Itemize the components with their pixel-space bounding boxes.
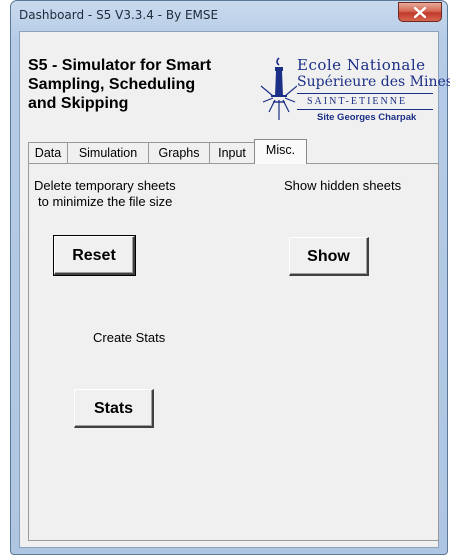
delete-sheets-label-line2: to minimize the file size: [38, 194, 173, 209]
title-bar[interactable]: Dashboard - S5 V3.3.4 - By EMSE: [11, 1, 447, 31]
app-title: S5 - Simulator for Smart Sampling, Sched…: [28, 56, 258, 113]
close-button[interactable]: [398, 2, 442, 22]
show-button[interactable]: Show: [289, 237, 369, 276]
app-title-line3: and Skipping: [28, 95, 129, 112]
stats-button[interactable]: Stats: [74, 389, 154, 428]
emse-logo: Ecole Nationale Supérieure des Mines SAI…: [257, 54, 450, 126]
logo-divider-top: [297, 93, 433, 94]
tab-simulation[interactable]: Simulation: [67, 142, 149, 163]
logo-divider-bottom: [297, 109, 433, 110]
tab-input[interactable]: Input: [209, 142, 255, 163]
app-title-line1: S5 - Simulator for Smart: [28, 57, 212, 74]
create-stats-label: Create Stats: [93, 330, 166, 345]
reset-button[interactable]: Reset: [53, 235, 136, 276]
dashboard-window: Dashboard - S5 V3.3.4 - By EMSE S5 - Sim…: [10, 0, 450, 555]
tab-graphs[interactable]: Graphs: [148, 142, 210, 163]
misc-tab-panel: Delete temporary sheets to minimize the …: [28, 163, 439, 541]
dashboard-client-area: S5 - Simulator for Smart Sampling, Sched…: [19, 31, 450, 548]
close-icon: [414, 7, 426, 18]
logo-line2: Supérieure des Mines: [297, 74, 450, 90]
logo-line3: SAINT-ETIENNE: [307, 96, 408, 107]
logo-line4: Site Georges Charpak: [317, 112, 417, 123]
app-title-line2: Sampling, Scheduling: [28, 76, 196, 93]
show-hidden-sheets-label: Show hidden sheets: [284, 178, 402, 193]
tab-misc[interactable]: Misc.: [254, 139, 307, 164]
mines-emblem-icon: [260, 57, 297, 120]
window-title: Dashboard - S5 V3.3.4 - By EMSE: [19, 8, 219, 22]
logo-line1: Ecole Nationale: [297, 56, 426, 74]
delete-sheets-label-line1: Delete temporary sheets: [34, 178, 176, 193]
tab-data[interactable]: Data: [28, 142, 68, 163]
